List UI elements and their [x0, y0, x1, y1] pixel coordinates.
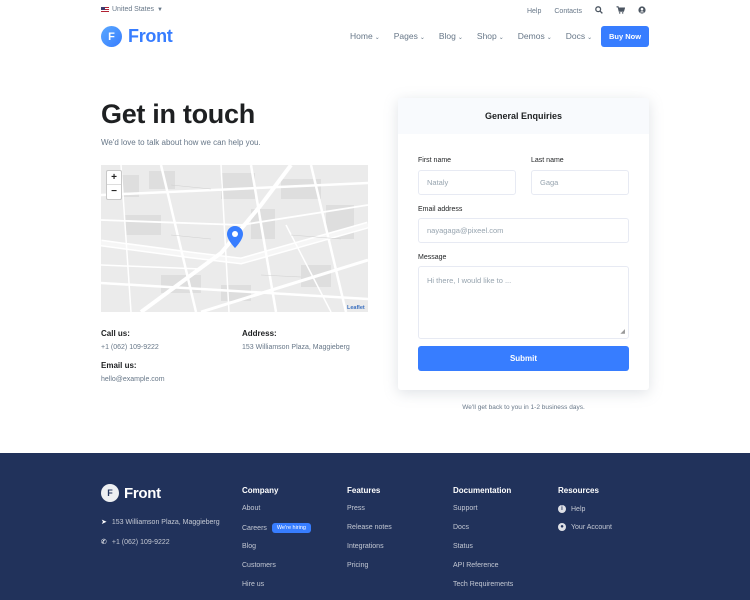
- footer-link-label: Careers: [242, 524, 267, 532]
- page-subtitle: We'd love to talk about how we can help …: [101, 138, 261, 147]
- location-arrow-icon: ➤: [101, 519, 107, 526]
- footer-heading-features: Features: [347, 486, 381, 495]
- last-name-input[interactable]: Gaga: [531, 170, 629, 195]
- footer-heading-documentation: Documentation: [453, 486, 512, 495]
- footer-address: ➤ 153 Williamson Plaza, Maggieberg: [101, 518, 220, 527]
- info-icon: i: [558, 505, 566, 513]
- footer-link-help[interactable]: i Help: [558, 505, 585, 513]
- first-name-label: First name: [418, 157, 452, 164]
- chevron-down-icon: ⌄: [546, 35, 552, 41]
- chevron-down-icon: ▼: [157, 6, 163, 13]
- footer-link-your-account[interactable]: ● Your Account: [558, 523, 612, 531]
- brand-logo[interactable]: F Front: [101, 26, 173, 47]
- response-time-note: We'll get back to you in 1-2 business da…: [462, 404, 585, 411]
- email-address-input[interactable]: nayagaga@pixeel.com: [418, 218, 629, 243]
- footer-link-support[interactable]: Support: [453, 505, 478, 512]
- footer-link-docs[interactable]: Docs: [453, 524, 469, 531]
- map-zoom-control: + −: [106, 170, 122, 200]
- address-value: 153 Williamson Plaza, Maggieberg: [242, 344, 350, 351]
- first-name-input[interactable]: Nataly: [418, 170, 516, 195]
- map-streets: [101, 165, 368, 312]
- top-link-contacts[interactable]: Contacts: [554, 8, 582, 15]
- buy-now-button[interactable]: Buy Now: [601, 26, 649, 47]
- call-value: +1 (062) 109-9222: [101, 344, 159, 351]
- footer-link-integrations[interactable]: Integrations: [347, 543, 384, 550]
- hiring-badge: We're hiring: [271, 523, 311, 533]
- nav-item-blog[interactable]: Blog ⌄: [439, 31, 463, 41]
- logo-text: Front: [128, 26, 173, 46]
- form-heading: General Enquiries: [398, 98, 649, 134]
- top-link-help[interactable]: Help: [527, 8, 541, 15]
- nav-item-shop[interactable]: Shop ⌄: [477, 31, 504, 41]
- chevron-down-icon: ⌄: [587, 35, 593, 41]
- search-icon[interactable]: [595, 6, 603, 16]
- location-map[interactable]: [101, 165, 368, 312]
- footer-link-api-reference[interactable]: API Reference: [453, 562, 499, 569]
- footer-link-hire-us[interactable]: Hire us: [242, 581, 264, 588]
- submit-button[interactable]: Submit: [418, 346, 629, 371]
- nav-label: Blog: [438, 31, 456, 41]
- last-name-label: Last name: [531, 157, 564, 164]
- chevron-down-icon: ⌄: [498, 35, 504, 41]
- message-placeholder: Hi there, I would like to ...: [427, 276, 512, 285]
- footer-logo-mark-icon: F: [101, 484, 119, 502]
- nav-label: Demos: [517, 31, 545, 41]
- resize-handle-icon[interactable]: ◢: [620, 328, 625, 335]
- nav-item-demos[interactable]: Demos ⌄: [518, 31, 552, 41]
- nav-item-docs[interactable]: Docs ⌄: [566, 31, 592, 41]
- phone-icon: ✆: [101, 539, 107, 546]
- footer-logo[interactable]: F Front: [101, 484, 161, 502]
- address-label: Address:: [242, 329, 277, 338]
- footer-link-about[interactable]: About: [242, 505, 260, 512]
- footer-link-label: Help: [571, 505, 586, 513]
- nav-item-pages[interactable]: Pages ⌄: [394, 31, 425, 41]
- locale-selector[interactable]: United States ▼: [101, 6, 163, 13]
- chevron-down-icon: ⌄: [419, 35, 425, 41]
- locale-label: United States: [112, 6, 155, 13]
- footer-link-careers[interactable]: Careers We're hiring: [242, 523, 311, 533]
- nav-item-home[interactable]: Home ⌄: [350, 31, 380, 41]
- user-account-icon[interactable]: [638, 6, 646, 16]
- footer-link-pricing[interactable]: Pricing: [347, 562, 368, 569]
- chevron-down-icon: ⌄: [457, 35, 463, 41]
- footer-link-tech-requirements[interactable]: Tech Requirements: [453, 581, 513, 588]
- nav-label: Docs: [565, 31, 586, 41]
- call-label: Call us:: [101, 329, 130, 338]
- footer-link-release-notes[interactable]: Release notes: [347, 524, 392, 531]
- zoom-out-button[interactable]: −: [107, 185, 121, 199]
- message-textarea[interactable]: Hi there, I would like to ... ◢: [418, 266, 629, 339]
- footer-address-text: 153 Williamson Plaza, Maggieberg: [111, 518, 220, 526]
- footer-link-status[interactable]: Status: [453, 543, 473, 550]
- footer-logo-text: Front: [124, 484, 161, 502]
- footer-link-label: Your Account: [571, 523, 612, 531]
- logo-mark-icon: F: [101, 26, 122, 47]
- map-attribution-link[interactable]: Leaflet: [347, 305, 365, 311]
- us-flag-icon: [101, 6, 109, 13]
- footer-phone: ✆ +1 (062) 109-9222: [101, 538, 170, 547]
- main-nav: Home ⌄ Pages ⌄ Blog ⌄ Shop ⌄ Demos ⌄ Docs ⌄: [350, 31, 592, 41]
- footer-heading-resources: Resources: [558, 486, 599, 495]
- footer-phone-text: +1 (062) 109-9222: [111, 538, 170, 546]
- cart-icon[interactable]: [616, 6, 626, 16]
- page-title: Get in touch: [101, 99, 255, 129]
- email-value[interactable]: hello@example.com: [101, 376, 165, 383]
- footer-link-blog[interactable]: Blog: [242, 543, 256, 550]
- chevron-down-icon: ⌄: [374, 35, 380, 41]
- email-address-label: Email address: [418, 206, 463, 213]
- nav-label: Shop: [476, 31, 497, 41]
- top-links: Help Contacts: [527, 6, 646, 16]
- email-label: Email us:: [101, 361, 137, 370]
- footer-link-press[interactable]: Press: [347, 505, 365, 512]
- nav-label: Home: [350, 31, 373, 41]
- footer-link-customers[interactable]: Customers: [242, 562, 276, 569]
- message-label: Message: [418, 254, 447, 261]
- user-circle-icon: ●: [558, 523, 566, 531]
- nav-label: Pages: [393, 31, 418, 41]
- zoom-in-button[interactable]: +: [107, 171, 121, 185]
- footer-heading-company: Company: [242, 486, 279, 495]
